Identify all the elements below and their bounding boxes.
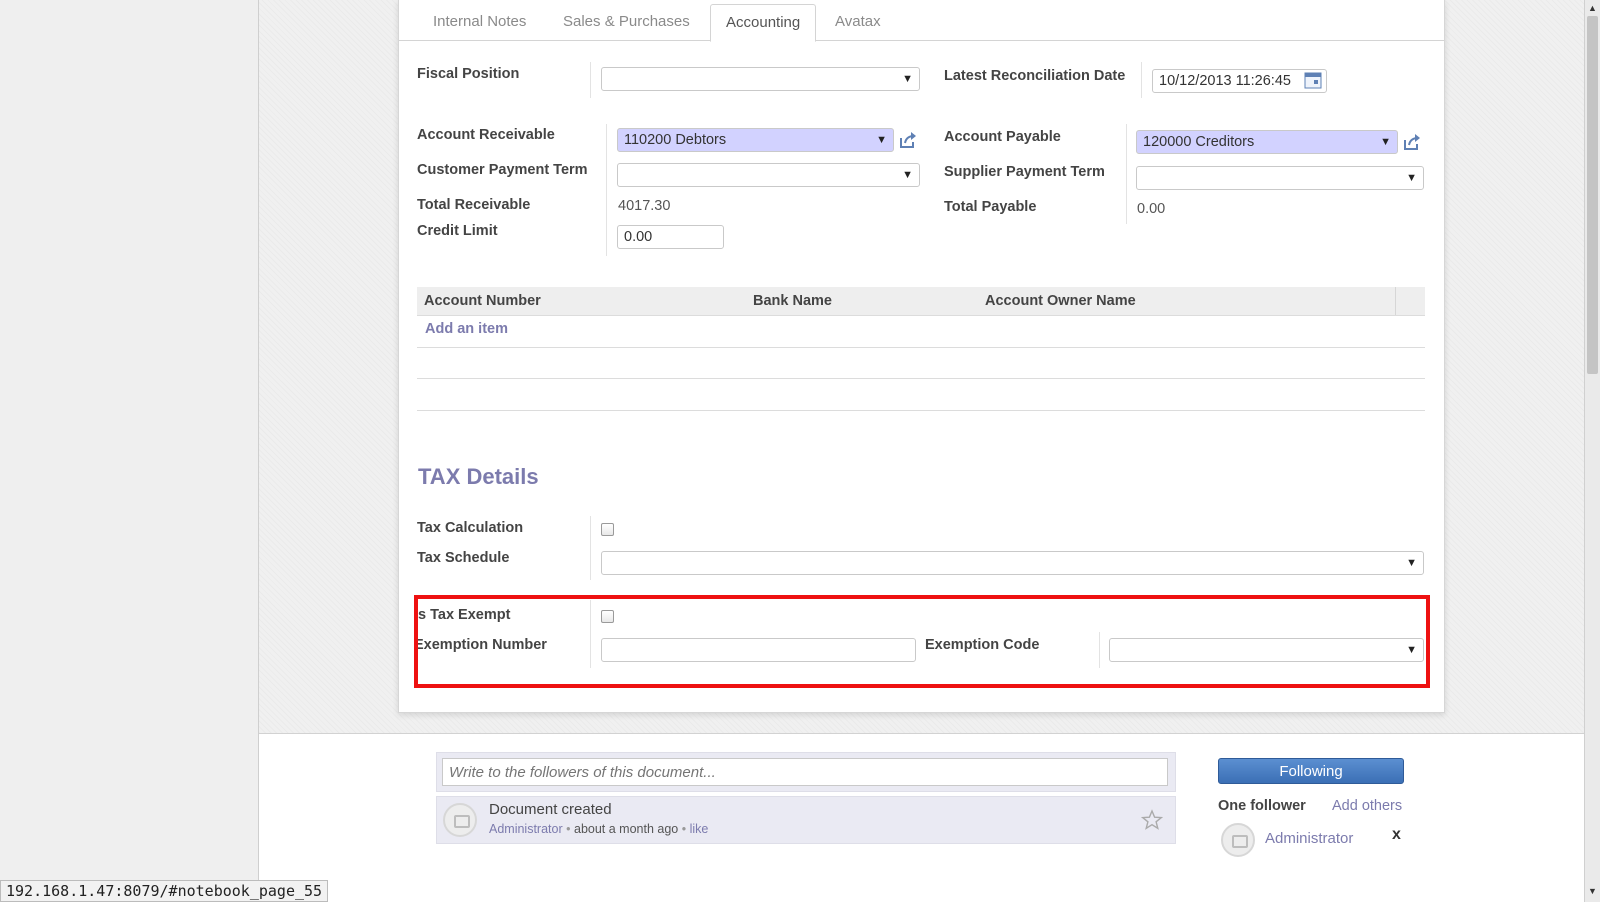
tax-calculation-checkbox[interactable] [601, 523, 614, 536]
message-author-link[interactable]: Administrator [489, 822, 563, 836]
separator [590, 516, 591, 580]
meta-separator: • [681, 822, 687, 836]
follower-count: One follower [1218, 798, 1306, 814]
status-bar: 192.168.1.47:8079/#notebook_page_55 [0, 880, 329, 902]
compose-input[interactable] [442, 758, 1168, 786]
chevron-down-icon: ▼ [876, 134, 887, 146]
customer-payment-term-select[interactable]: ▼ [617, 163, 920, 187]
grid-row-line [417, 410, 1425, 411]
total-payable-label: Total Payable [944, 199, 1037, 215]
left-pane [0, 0, 259, 902]
account-receivable-value: 110200 Debtors [624, 132, 727, 148]
highlight-box [414, 595, 1430, 688]
message-title: Document created [489, 801, 612, 818]
scroll-up-arrow-icon[interactable]: ▲ [1588, 3, 1597, 13]
scroll-thumb[interactable] [1587, 16, 1598, 374]
tab-internal-notes[interactable]: Internal Notes [433, 4, 526, 40]
reconciliation-date-value: 10/12/2013 11:26:45 [1159, 73, 1291, 89]
account-payable-label: Account Payable [944, 129, 1061, 145]
tab-sales-purchases[interactable]: Sales & Purchases [563, 4, 690, 40]
notebook-tabs: Internal Notes Sales & Purchases Account… [399, 0, 1444, 42]
credit-limit-input[interactable]: 0.00 [617, 225, 724, 249]
reconciliation-date-input[interactable]: 10/12/2013 11:26:45 [1152, 69, 1327, 93]
bank-grid-header: Account Number Bank Name Account Owner N… [417, 287, 1425, 316]
separator [1126, 124, 1127, 224]
fiscal-position-label: Fiscal Position [417, 66, 520, 82]
calendar-icon[interactable] [1304, 72, 1322, 89]
message-item: Document created Administrator • about a… [436, 796, 1176, 844]
grid-row-line [417, 347, 1425, 348]
account-receivable-select[interactable]: 110200 Debtors ▼ [617, 128, 894, 152]
supplier-payment-term-select[interactable]: ▼ [1136, 166, 1424, 190]
avatar [443, 803, 477, 837]
total-receivable-value: 4017.30 [618, 198, 671, 214]
tax-schedule-select[interactable]: ▼ [601, 551, 1424, 575]
message-meta: Administrator • about a month ago • like [489, 822, 708, 836]
follower-name-link[interactable]: Administrator [1265, 830, 1353, 847]
add-item-link[interactable]: Add an item [425, 321, 508, 337]
separator [606, 124, 607, 256]
chevron-down-icon: ▼ [1406, 557, 1417, 569]
column-bank-name[interactable]: Bank Name [753, 293, 832, 309]
follower-avatar [1221, 823, 1255, 857]
meta-separator: • [566, 822, 571, 836]
following-button[interactable]: Following [1218, 758, 1404, 784]
tax-calculation-label: Tax Calculation [417, 520, 524, 536]
compose-box [436, 752, 1176, 792]
tab-accounting[interactable]: Accounting [710, 4, 817, 42]
chevron-down-icon: ▼ [1406, 172, 1417, 184]
account-payable-value: 120000 Creditors [1143, 134, 1255, 150]
column-account-number[interactable]: Account Number [424, 293, 541, 309]
chevron-down-icon: ▼ [902, 169, 913, 181]
customer-payment-term-label: Customer Payment Term [417, 162, 588, 178]
credit-limit-label: Credit Limit [417, 223, 498, 239]
chevron-down-icon: ▼ [902, 73, 913, 85]
total-payable-value: 0.00 [1137, 201, 1166, 217]
vertical-scrollbar[interactable]: ▲ ▼ [1584, 0, 1600, 902]
fiscal-position-select[interactable]: ▼ [601, 67, 920, 91]
scroll-down-arrow-icon[interactable]: ▼ [1588, 886, 1597, 896]
supplier-payment-term-label: Supplier Payment Term [944, 164, 1105, 180]
grid-row-line [417, 378, 1425, 379]
column-account-owner-name[interactable]: Account Owner Name [985, 293, 1136, 309]
add-others-link[interactable]: Add others [1332, 798, 1402, 814]
tax-details-heading: TAX Details [418, 464, 539, 489]
column-divider [1395, 287, 1396, 315]
separator [1141, 62, 1142, 98]
star-icon[interactable] [1141, 809, 1163, 831]
remove-follower-icon[interactable]: x [1392, 826, 1401, 844]
total-receivable-label: Total Receivable [417, 197, 531, 213]
latest-reconciliation-date-label: Latest Reconciliation Date [944, 68, 1126, 84]
account-payable-select[interactable]: 120000 Creditors ▼ [1136, 130, 1398, 154]
credit-limit-value: 0.00 [624, 229, 653, 245]
external-link-icon[interactable] [1402, 132, 1422, 152]
account-receivable-label: Account Receivable [417, 127, 555, 143]
tax-schedule-label: Tax Schedule [417, 550, 510, 566]
like-link[interactable]: like [690, 822, 709, 836]
external-link-icon[interactable] [898, 130, 918, 150]
tab-avatax[interactable]: Avatax [835, 4, 881, 40]
chevron-down-icon: ▼ [1380, 136, 1391, 148]
message-time: about a month ago [574, 822, 679, 836]
separator [590, 62, 591, 98]
